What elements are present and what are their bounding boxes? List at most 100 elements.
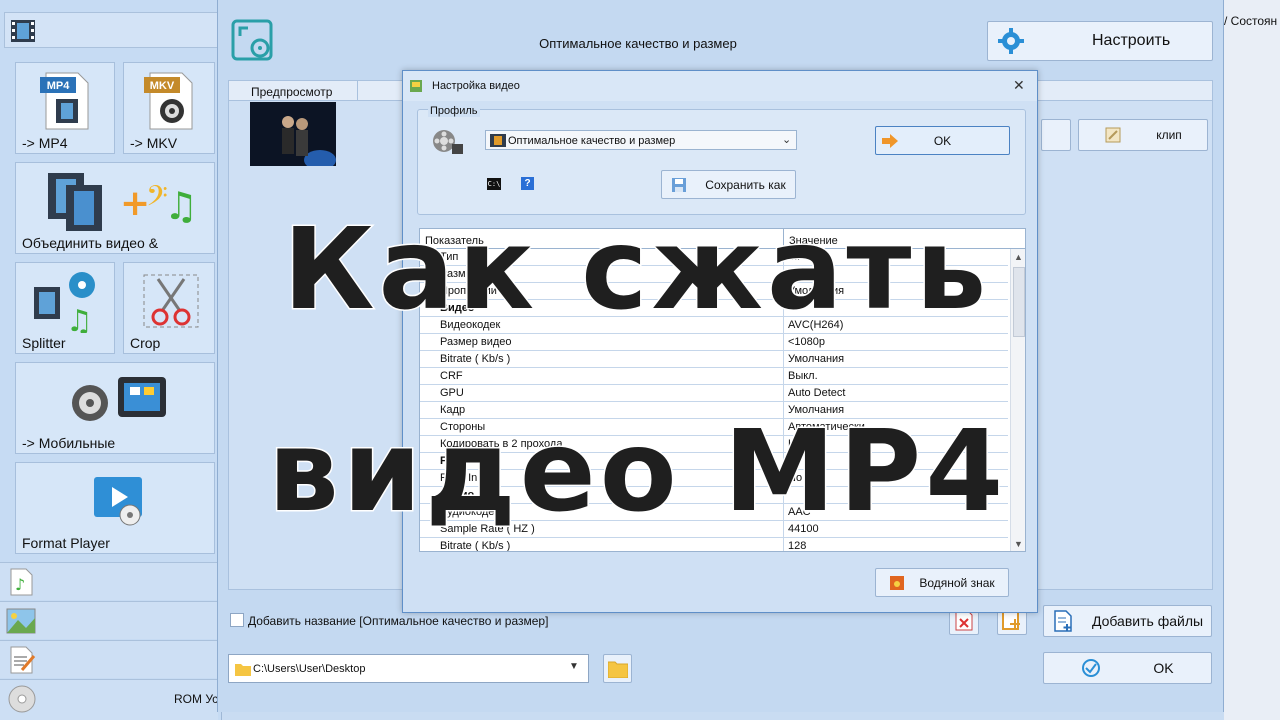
- merge-video-tile[interactable]: + 𝄢 ♫ Объединить видео &: [15, 162, 215, 254]
- check-circle-icon: [1082, 659, 1101, 677]
- chevron-down-icon: ▼: [569, 661, 579, 672]
- profile-group-label: Профиль: [428, 105, 480, 117]
- property-value: Выкл.: [788, 370, 818, 382]
- format-player-tile[interactable]: Format Player: [15, 462, 215, 554]
- property-value: Умолчания: [788, 353, 845, 365]
- table-row[interactable]: Размер видео <1080p: [420, 334, 1008, 351]
- add-name-checkbox[interactable]: [230, 613, 244, 627]
- property-value: Auto Detect: [788, 387, 846, 399]
- overlay-title-line2: видео MP4: [266, 407, 1008, 537]
- sidebar-picture-section[interactable]: [0, 601, 218, 639]
- configure-label: Настроить: [1092, 32, 1171, 49]
- property-value: <1080p: [788, 336, 826, 348]
- add-name-label: Добавить название [Оптимальное качество …: [248, 614, 549, 628]
- sidebar-audio-section[interactable]: ♪: [0, 562, 218, 600]
- output-path-value: C:\Users\User\Desktop: [253, 663, 366, 675]
- property-value: 128: [788, 540, 807, 552]
- to-mobile-tile[interactable]: -> Мобильные: [15, 362, 215, 454]
- dialog-titlebar: Настройка видео ✕: [403, 71, 1037, 101]
- crop-tile[interactable]: Crop: [123, 262, 215, 354]
- clip-icon: [1105, 127, 1121, 143]
- svg-text:MP4: MP4: [47, 80, 71, 92]
- to-mp4-label: -> MP4: [22, 135, 68, 151]
- film-icon: [11, 20, 35, 42]
- profile-chevron-icon: ⌄: [782, 134, 792, 146]
- sidebar-video-header[interactable]: [4, 12, 218, 48]
- table-row[interactable]: CRF Выкл.: [420, 368, 1008, 385]
- merge-icon: + 𝄢 ♫: [48, 173, 196, 231]
- player-icon: [94, 477, 142, 526]
- save-as-button[interactable]: Сохранить как: [661, 170, 796, 199]
- picture-icon: [6, 608, 36, 634]
- property-name: Bitrate ( Kb/s ): [440, 353, 511, 365]
- profile-select[interactable]: Оптимальное качество и размер ⌄: [485, 130, 797, 150]
- splitter-icon: ♫: [34, 272, 95, 333]
- main-ok-label: OK: [1153, 660, 1174, 676]
- video-thumbnail[interactable]: [250, 102, 336, 166]
- scissors-icon: [143, 274, 199, 328]
- dialog-ok-label: OK: [933, 133, 952, 148]
- main-ok-button[interactable]: OK: [1043, 652, 1212, 684]
- table-row[interactable]: Bitrate ( Kb/s ) 128: [420, 538, 1008, 552]
- svg-text:♫: ♫: [164, 184, 196, 228]
- crop-label: Crop: [130, 335, 161, 351]
- dialog-ok-button[interactable]: OK: [875, 126, 1010, 155]
- profile-select-value: Оптимальное качество и размер: [508, 135, 676, 147]
- gear-icon: [998, 28, 1024, 54]
- format-player-label: Format Player: [22, 535, 110, 551]
- app-icon: [410, 80, 422, 92]
- add-files-label: Добавить файлы: [1091, 613, 1204, 629]
- film-strip-icon: [490, 134, 506, 147]
- watermark-label: Водяной знак: [919, 575, 995, 590]
- property-name: CRF: [440, 370, 463, 382]
- dialog-title: Настройка видео: [432, 80, 520, 92]
- configure-button[interactable]: Настроить: [987, 21, 1213, 61]
- clip-label: клип: [1156, 128, 1182, 142]
- add-files-button[interactable]: Добавить файлы: [1043, 605, 1212, 637]
- sidebar-document-section[interactable]: [0, 640, 218, 678]
- partial-button[interactable]: [1041, 119, 1071, 151]
- svg-text:MKV: MKV: [150, 80, 175, 92]
- save-as-label: Сохранить как: [705, 177, 786, 192]
- mobile-devices-icon: [72, 377, 166, 421]
- clip-button[interactable]: клип: [1078, 119, 1208, 151]
- to-mkv-tile[interactable]: MKV -> MKV: [123, 62, 215, 154]
- profile-settings-icon: [231, 19, 273, 61]
- audio-file-icon: ♪: [10, 568, 33, 596]
- close-icon[interactable]: ✕: [1013, 77, 1025, 94]
- command-line-icon[interactable]: C:\: [487, 178, 501, 190]
- scroll-thumb[interactable]: [1013, 267, 1025, 337]
- header-title: Оптимальное качество и размер: [539, 36, 737, 51]
- to-mobile-label: -> Мобильные: [22, 435, 116, 451]
- output-path-select[interactable]: C:\Users\User\Desktop ▼: [228, 654, 589, 683]
- splitter-label: Splitter: [22, 335, 66, 351]
- preview-column-header: Предпросмотр: [251, 85, 333, 99]
- save-icon: [672, 177, 687, 192]
- svg-text:♪: ♪: [15, 575, 25, 594]
- table-row[interactable]: Bitrate ( Kb/s ) Умолчания: [420, 351, 1008, 368]
- status-column-header: / Состоян: [1224, 14, 1278, 28]
- property-name: Размер видео: [440, 336, 512, 348]
- watermark-button[interactable]: Водяной знак: [875, 568, 1009, 597]
- scroll-down-icon[interactable]: ▼: [1014, 539, 1023, 549]
- sidebar-rom-section[interactable]: ROM Устройство\DVD\CD\ISO: [0, 679, 341, 720]
- mkv-file-icon: MKV: [144, 72, 193, 130]
- watermark-icon: [890, 575, 905, 590]
- film-reel-icon: [433, 130, 463, 154]
- help-icon[interactable]: ?: [521, 177, 534, 190]
- to-mp4-tile[interactable]: MP4 -> MP4: [15, 62, 115, 154]
- overlay-title-line1: Как сжать: [281, 205, 991, 335]
- table-scrollbar[interactable]: ▲ ▼: [1010, 249, 1025, 551]
- background-window-edge: / Состоян: [1224, 0, 1280, 720]
- open-folder-icon: [607, 661, 628, 678]
- property-name: Bitrate ( Kb/s ): [440, 540, 511, 552]
- scroll-up-icon[interactable]: ▲: [1014, 252, 1023, 262]
- splitter-tile[interactable]: ♫ Splitter: [15, 262, 115, 354]
- disc-icon: [8, 685, 36, 713]
- property-name: GPU: [440, 387, 464, 399]
- svg-text:♫: ♫: [66, 304, 93, 333]
- to-mkv-label: -> MKV: [130, 135, 178, 151]
- browse-folder-button[interactable]: [603, 654, 632, 683]
- profile-group: Профиль Оптимальное качество и размер ⌄ …: [417, 105, 1026, 215]
- table-row[interactable]: GPU Auto Detect: [420, 385, 1008, 402]
